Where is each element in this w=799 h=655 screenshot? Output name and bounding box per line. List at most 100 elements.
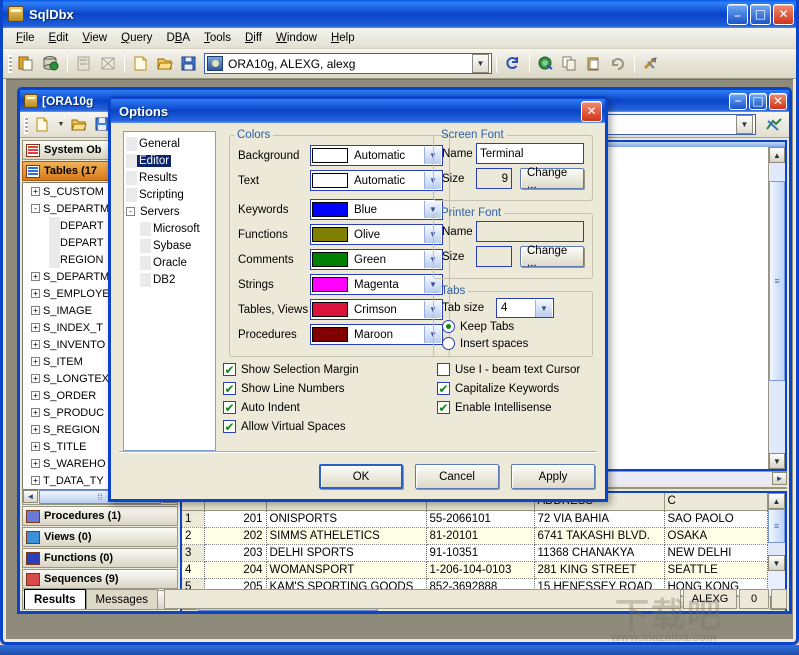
tree-expander[interactable]: +	[31, 391, 40, 400]
scroll-thumb[interactable]: ≡	[768, 509, 785, 543]
cell-phone[interactable]: 81-20101	[426, 527, 534, 544]
menu-item-query[interactable]: Query	[114, 30, 159, 46]
color-combo[interactable]: Blue▼	[310, 199, 443, 220]
color-combo[interactable]: Automatic▼	[310, 145, 443, 166]
tree-expander[interactable]: +	[31, 442, 40, 451]
checkbox-auto-indent[interactable]: ✔Auto Indent	[223, 401, 423, 414]
cell-name[interactable]: WOMANSPORT	[266, 561, 426, 578]
minimize-button[interactable]: –	[727, 4, 748, 25]
options-tree-item-scripting[interactable]: Scripting	[124, 186, 215, 203]
scroll-down-button[interactable]: ▼	[769, 453, 785, 469]
tree-expander[interactable]: +	[31, 425, 40, 434]
copy-icon[interactable]	[558, 52, 582, 75]
tree-expander[interactable]: +	[31, 272, 40, 281]
scroll-right-button[interactable]: ►	[772, 472, 787, 485]
connection-combo[interactable]: ORA10g, ALEXG, alexg ▼	[204, 53, 492, 74]
new-connection-icon[interactable]	[15, 52, 39, 75]
cell-phone[interactable]: 1-206-104-0103	[426, 561, 534, 578]
table-row[interactable]: 4204WOMANSPORT1-206-104-0103281 KING STR…	[182, 561, 768, 578]
chevron-down-icon[interactable]: ▼	[736, 115, 753, 134]
cell-name[interactable]: ONISPORTS	[266, 510, 426, 527]
color-combo[interactable]: Olive▼	[310, 224, 443, 245]
radio-insert-spaces[interactable]: Insert spaces	[442, 337, 584, 350]
cell-address[interactable]: 11368 CHANAKYA	[534, 544, 664, 561]
editor-vertical-scrollbar[interactable]: ▲ ≡ ▼	[768, 147, 785, 469]
column-header-city[interactable]: C	[664, 493, 768, 510]
cell-phone[interactable]: 55-2066101	[426, 510, 534, 527]
schema-combo[interactable]: ▼	[606, 114, 756, 135]
cell-id[interactable]: 204	[204, 561, 266, 578]
options-tree-item-microsoft[interactable]: Microsoft	[124, 220, 215, 237]
query-minimize-button[interactable]: –	[729, 93, 747, 110]
tree-expander[interactable]: +	[31, 187, 40, 196]
menu-item-tools[interactable]: Tools	[197, 30, 238, 46]
object-bar-function[interactable]: Functions (0)	[22, 548, 178, 568]
cell-name[interactable]: DELHI SPORTS	[266, 544, 426, 561]
options-tree-item-general[interactable]: General	[124, 135, 215, 152]
tree-expander[interactable]: +	[31, 459, 40, 468]
close-button[interactable]: ✕	[773, 4, 794, 25]
scroll-track[interactable]: ≡	[768, 509, 785, 555]
cell-city[interactable]: SEATTLE	[664, 561, 768, 578]
cell-id[interactable]: 201	[204, 510, 266, 527]
radio-keep-tabs[interactable]: Keep Tabs	[442, 320, 584, 333]
color-combo[interactable]: Maroon▼	[310, 324, 443, 345]
server-icon[interactable]	[72, 52, 96, 75]
execute-icon[interactable]	[534, 52, 558, 75]
object-bar-procedure[interactable]: Procedures (1)	[22, 506, 178, 526]
new-query-icon[interactable]	[129, 52, 153, 75]
scroll-thumb[interactable]: ≡	[769, 181, 785, 381]
tree-expander[interactable]: +	[31, 340, 40, 349]
menu-item-edit[interactable]: Edit	[42, 30, 76, 46]
maximize-button[interactable]: □	[750, 4, 771, 25]
checkbox-show-selection-margin[interactable]: ✔Show Selection Margin	[223, 363, 423, 376]
chevron-down-icon[interactable]: ▼	[535, 300, 552, 317]
toolbar-grip[interactable]	[8, 55, 12, 73]
tree-expander[interactable]: +	[31, 374, 40, 383]
scroll-left-button[interactable]: ◄	[23, 490, 38, 503]
tree-expander[interactable]: +	[31, 357, 40, 366]
options-tree-item-editor[interactable]: Editor	[124, 152, 215, 169]
refresh-icon[interactable]	[501, 52, 525, 75]
tab-size-combo[interactable]: 4 ▼	[496, 298, 554, 318]
tree-expander[interactable]: +	[31, 323, 40, 332]
tab-results[interactable]: Results	[24, 589, 86, 609]
scroll-track[interactable]: ≡	[769, 163, 785, 453]
screen-font-change-button[interactable]: Change ...	[520, 168, 584, 189]
tree-expander[interactable]: +	[31, 289, 40, 298]
tree-expander[interactable]: +	[31, 408, 40, 417]
results-vertical-scrollbar[interactable]: ▲ ≡ ▼	[768, 493, 785, 596]
menu-item-file[interactable]: File	[9, 30, 42, 46]
color-combo[interactable]: Crimson▼	[310, 299, 443, 320]
checkbox-enable-intellisense[interactable]: ✔Enable Intellisense	[437, 401, 607, 414]
open-script-icon[interactable]	[67, 113, 91, 136]
object-bar-sequence[interactable]: Sequences (9)	[22, 569, 178, 589]
menu-item-dba[interactable]: DBA	[159, 30, 197, 46]
cell-address[interactable]: 281 KING STREET	[534, 561, 664, 578]
tree-expander[interactable]: +	[31, 476, 40, 485]
screen-font-name-input[interactable]: Terminal	[476, 143, 584, 164]
query-toolbar-grip[interactable]	[24, 116, 28, 134]
printer-font-change-button[interactable]: Change ...	[520, 246, 584, 267]
printer-font-name-input[interactable]	[476, 221, 584, 242]
cell-phone[interactable]: 91-10351	[426, 544, 534, 561]
tree-expander[interactable]: -	[31, 204, 40, 213]
options-tree-item-db2[interactable]: DB2	[124, 271, 215, 288]
chevron-down-icon[interactable]: ▼	[55, 113, 67, 136]
tools-icon[interactable]	[639, 52, 663, 75]
menu-item-view[interactable]: View	[75, 30, 114, 46]
options-tree-item-servers[interactable]: -Servers	[124, 203, 215, 220]
cell-id[interactable]: 202	[204, 527, 266, 544]
options-category-tree[interactable]: GeneralEditorResultsScripting-ServersMic…	[123, 131, 216, 451]
cell-city[interactable]: NEW DELHI	[664, 544, 768, 561]
options-tree-item-results[interactable]: Results	[124, 169, 215, 186]
scroll-up-button[interactable]: ▲	[769, 147, 785, 163]
menu-item-window[interactable]: Window	[269, 30, 324, 46]
cell-id[interactable]: 203	[204, 544, 266, 561]
cell-city[interactable]: SAO PAOLO	[664, 510, 768, 527]
options-tree-item-oracle[interactable]: Oracle	[124, 254, 215, 271]
table-row[interactable]: 3203DELHI SPORTS91-1035111368 CHANAKYANE…	[182, 544, 768, 561]
checkbox-allow-virtual-spaces[interactable]: ✔Allow Virtual Spaces	[223, 420, 423, 433]
color-combo[interactable]: Magenta▼	[310, 274, 443, 295]
options-tree-item-sybase[interactable]: Sybase	[124, 237, 215, 254]
